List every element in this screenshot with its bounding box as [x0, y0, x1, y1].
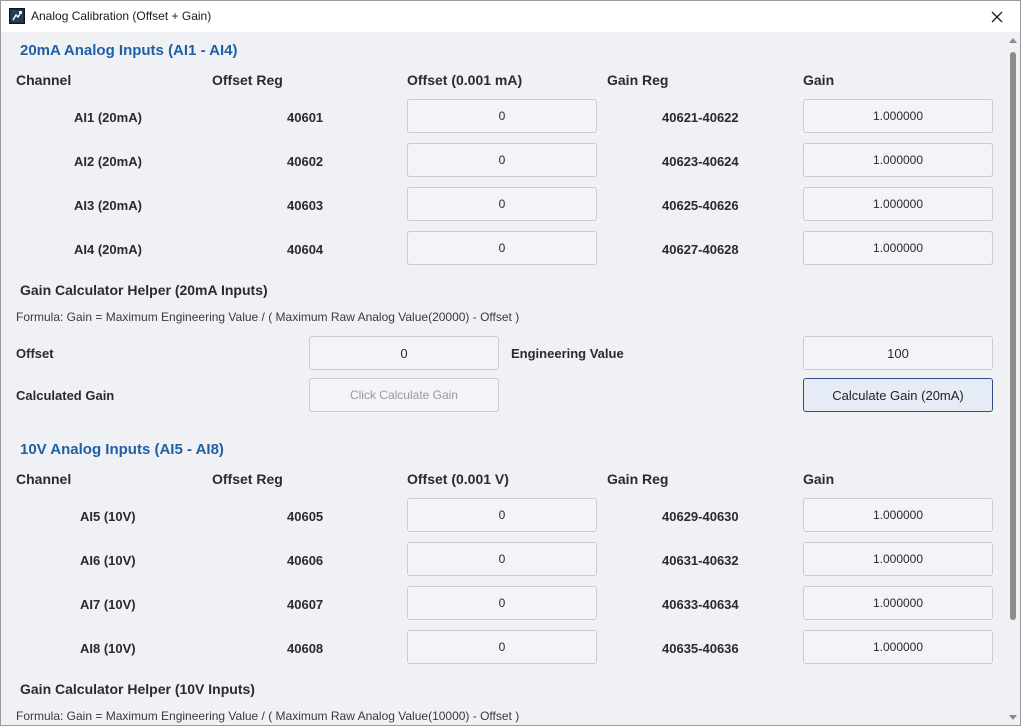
section-title-10v: 10V Analog Inputs (AI5 - AI8) [20, 441, 224, 458]
gain-input-ai7[interactable] [803, 586, 993, 620]
gain-reg-label: 40621-40622 [662, 110, 739, 125]
offset-reg-label: 40608 [287, 641, 324, 656]
header-gain: Gain [803, 471, 835, 487]
header-offset: Offset (0.001 V) [407, 471, 509, 487]
offset-reg-label: 40601 [287, 110, 324, 125]
header-gain-reg: Gain Reg [607, 72, 669, 88]
gain-input-ai6[interactable] [803, 542, 993, 576]
formula-text-20ma: Formula: Gain = Maximum Engineering Valu… [16, 310, 520, 324]
channel-label: AI2 (20mA) [74, 154, 142, 169]
channel-label: AI7 (10V) [80, 597, 136, 612]
header-gain-reg: Gain Reg [607, 471, 669, 487]
offset-input-ai3[interactable] [407, 187, 597, 221]
gain-reg-label: 40633-40634 [662, 597, 739, 612]
calculated-gain-result: Click Calculate Gain [309, 378, 499, 412]
offset-input-ai6[interactable] [407, 542, 597, 576]
helper-title-10v: Gain Calculator Helper (10V Inputs) [20, 681, 255, 697]
title-bar: Analog Calibration (Offset + Gain) [1, 1, 1020, 32]
close-button[interactable] [974, 1, 1020, 32]
section-title-20ma: 20mA Analog Inputs (AI1 - AI4) [20, 42, 238, 59]
offset-input-ai5[interactable] [407, 498, 597, 532]
gain-input-ai5[interactable] [803, 498, 993, 532]
engineering-value-input[interactable] [803, 336, 993, 370]
header-offset: Offset (0.001 mA) [407, 72, 523, 88]
gain-input-ai1[interactable] [803, 99, 993, 133]
header-channel: Channel [16, 72, 72, 88]
channel-label: AI8 (10V) [80, 641, 136, 656]
offset-input-ai7[interactable] [407, 586, 597, 620]
gain-reg-label: 40629-40630 [662, 509, 739, 524]
header-offset-reg: Offset Reg [212, 471, 283, 487]
header-channel: Channel [16, 471, 72, 487]
offset-reg-label: 40603 [287, 198, 324, 213]
window-title: Analog Calibration (Offset + Gain) [31, 9, 212, 23]
gain-reg-label: 40625-40626 [662, 198, 739, 213]
header-offset-reg: Offset Reg [212, 72, 283, 88]
formula-text-10v: Formula: Gain = Maximum Engineering Valu… [16, 709, 520, 723]
offset-reg-label: 40606 [287, 553, 324, 568]
scroll-down-arrow-icon[interactable] [1009, 715, 1017, 720]
offset-input-ai4[interactable] [407, 231, 597, 265]
app-icon [9, 8, 25, 24]
offset-input-ai1[interactable] [407, 99, 597, 133]
offset-reg-label: 40605 [287, 509, 324, 524]
helper-offset-input[interactable] [309, 336, 499, 370]
offset-input-ai8[interactable] [407, 630, 597, 664]
offset-input-ai2[interactable] [407, 143, 597, 177]
gain-input-ai3[interactable] [803, 187, 993, 221]
content-area: 20mA Analog Inputs (AI1 - AI4) Channel O… [1, 32, 1007, 725]
offset-reg-label: 40602 [287, 154, 324, 169]
scrollbar-thumb[interactable] [1010, 52, 1016, 620]
gain-input-ai2[interactable] [803, 143, 993, 177]
channel-label: AI5 (10V) [80, 509, 136, 524]
close-icon [991, 11, 1003, 22]
vertical-scrollbar[interactable] [1006, 32, 1020, 725]
gain-reg-label: 40635-40636 [662, 641, 739, 656]
calculated-gain-label: Calculated Gain [16, 388, 115, 403]
channel-label: AI6 (10V) [80, 553, 136, 568]
offset-reg-label: 40604 [287, 242, 324, 257]
channel-label: AI4 (20mA) [74, 242, 142, 257]
scroll-up-arrow-icon[interactable] [1009, 38, 1017, 43]
offset-reg-label: 40607 [287, 597, 324, 612]
channel-label: AI3 (20mA) [74, 198, 142, 213]
gain-reg-label: 40627-40628 [662, 242, 739, 257]
helper-title-20ma: Gain Calculator Helper (20mA Inputs) [20, 282, 268, 298]
gain-input-ai8[interactable] [803, 630, 993, 664]
gain-input-ai4[interactable] [803, 231, 993, 265]
header-gain: Gain [803, 72, 835, 88]
calculate-gain-20ma-button[interactable]: Calculate Gain (20mA) [803, 378, 993, 412]
engineering-value-label: Engineering Value [511, 346, 624, 361]
channel-label: AI1 (20mA) [74, 110, 142, 125]
gain-reg-label: 40623-40624 [662, 154, 739, 169]
helper-offset-label: Offset [16, 346, 54, 361]
calibration-window: Analog Calibration (Offset + Gain) 20mA … [0, 0, 1021, 726]
gain-reg-label: 40631-40632 [662, 553, 739, 568]
